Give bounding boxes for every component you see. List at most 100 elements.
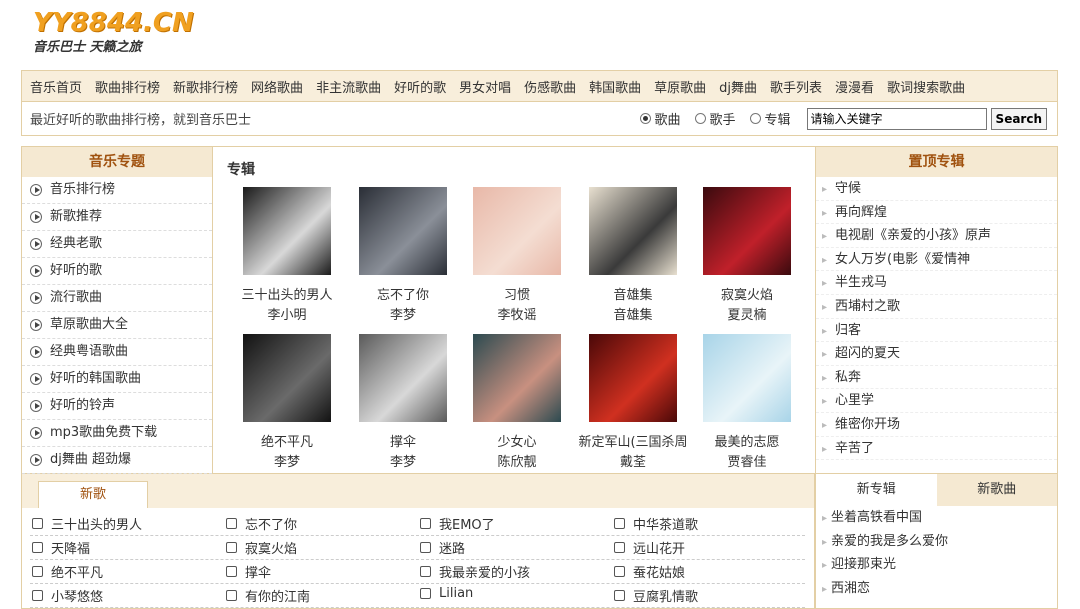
topic-link[interactable]: 草原歌曲大全 bbox=[22, 312, 212, 339]
topic-link[interactable]: dj舞曲 超劲爆 bbox=[22, 447, 212, 474]
site-logo[interactable]: YY8844.CN 音乐巴士 天籁之旅 bbox=[33, 8, 194, 56]
new-album-link[interactable]: ▸ 亲爱的我是多么爱你 bbox=[816, 530, 1057, 554]
checkbox[interactable] bbox=[32, 542, 43, 553]
album-cover[interactable] bbox=[589, 334, 677, 422]
album-name[interactable]: 绝不平凡 bbox=[227, 433, 347, 453]
song-title[interactable]: 迷路 bbox=[439, 538, 465, 557]
pinned-album-link[interactable]: ▸ 女人万岁(电影《爱情神 bbox=[816, 248, 1057, 272]
pinned-album-link[interactable]: ▸ 再向辉煌 bbox=[816, 201, 1057, 225]
nav-link[interactable]: 音乐首页 bbox=[30, 77, 82, 96]
checkbox[interactable] bbox=[32, 518, 43, 529]
album-artist[interactable]: 李梦 bbox=[343, 453, 463, 473]
checkbox[interactable] bbox=[420, 518, 431, 529]
nav-link[interactable]: 好听的歌 bbox=[394, 77, 446, 96]
search-button[interactable]: Search bbox=[990, 107, 1047, 130]
checkbox[interactable] bbox=[614, 518, 625, 529]
radio-button[interactable] bbox=[694, 113, 706, 124]
checkbox[interactable] bbox=[420, 588, 431, 599]
album-artist[interactable]: 李梦 bbox=[343, 306, 463, 326]
album-cover[interactable] bbox=[473, 187, 561, 275]
album-artist[interactable]: 音雄集 bbox=[573, 306, 693, 326]
nav-link[interactable]: 韩国歌曲 bbox=[589, 77, 641, 96]
album-card[interactable]: 音雄集 音雄集 bbox=[573, 187, 693, 326]
nav-link[interactable]: 歌手列表 bbox=[770, 77, 822, 96]
topic-link[interactable]: 经典老歌 bbox=[22, 231, 212, 258]
pinned-album-link[interactable]: ▸ 守候 bbox=[816, 177, 1057, 201]
song-title[interactable]: 绝不平凡 bbox=[51, 562, 103, 581]
search-type-option[interactable]: 专辑 bbox=[749, 109, 791, 128]
topic-link[interactable]: 好听的歌 bbox=[22, 258, 212, 285]
album-artist[interactable]: 李小明 bbox=[227, 306, 347, 326]
checkbox[interactable] bbox=[32, 566, 43, 577]
album-name[interactable]: 寂寞火焰 bbox=[687, 286, 807, 306]
song-title[interactable]: 中华茶道歌 bbox=[633, 514, 698, 533]
album-card[interactable]: 三十出头的男人 李小明 bbox=[227, 187, 347, 326]
pinned-album-link[interactable]: ▸ 半生戎马 bbox=[816, 271, 1057, 295]
nav-link[interactable]: dj舞曲 bbox=[719, 77, 757, 96]
album-cover[interactable] bbox=[589, 187, 677, 275]
checkbox[interactable] bbox=[226, 566, 237, 577]
nav-link[interactable]: 歌曲排行榜 bbox=[95, 77, 160, 96]
album-name[interactable]: 少女心 bbox=[457, 433, 577, 453]
new-album-link[interactable]: ▸ 坐着高铁看中国 bbox=[816, 506, 1057, 530]
pinned-album-link[interactable]: ▸ 辛苦了 bbox=[816, 437, 1057, 461]
album-artist[interactable]: 李梦 bbox=[227, 453, 347, 473]
album-artist[interactable]: 李牧谣 bbox=[457, 306, 577, 326]
song-item[interactable]: 忘不了你 bbox=[226, 514, 297, 533]
album-name[interactable]: 新定军山(三国杀周 bbox=[573, 433, 693, 453]
song-title[interactable]: 我最亲爱的小孩 bbox=[439, 562, 530, 581]
tab-new-songs[interactable]: 新歌 bbox=[38, 481, 148, 508]
checkbox[interactable] bbox=[614, 590, 625, 601]
song-title[interactable]: 有你的江南 bbox=[245, 586, 310, 605]
song-title[interactable]: Lilian bbox=[439, 586, 473, 601]
search-input[interactable] bbox=[806, 107, 987, 130]
tab-new-albums[interactable]: 新专辑 bbox=[816, 474, 937, 506]
song-title[interactable]: 寂寞火焰 bbox=[245, 538, 297, 557]
album-card[interactable]: 撑伞 李梦 bbox=[343, 334, 463, 473]
album-name[interactable]: 最美的志愿 bbox=[687, 433, 807, 453]
checkbox[interactable] bbox=[226, 542, 237, 553]
pinned-album-link[interactable]: ▸ 超闪的夏天 bbox=[816, 342, 1057, 366]
search-type-option[interactable]: 歌曲 bbox=[639, 109, 681, 128]
album-name[interactable]: 音雄集 bbox=[573, 286, 693, 306]
album-card[interactable]: 新定军山(三国杀周 戴荃 bbox=[573, 334, 693, 473]
song-item[interactable]: 远山花开 bbox=[614, 538, 685, 557]
song-item[interactable]: 天降福 bbox=[32, 538, 90, 557]
album-cover[interactable] bbox=[359, 187, 447, 275]
album-artist[interactable]: 陈欣靓 bbox=[457, 453, 577, 473]
song-item[interactable]: 中华茶道歌 bbox=[614, 514, 698, 533]
nav-link[interactable]: 新歌排行榜 bbox=[173, 77, 238, 96]
checkbox[interactable] bbox=[614, 542, 625, 553]
checkbox[interactable] bbox=[226, 518, 237, 529]
nav-link[interactable]: 草原歌曲 bbox=[654, 77, 706, 96]
song-title[interactable]: 三十出头的男人 bbox=[51, 514, 142, 533]
topic-link[interactable]: 新歌推荐 bbox=[22, 204, 212, 231]
song-item[interactable]: 寂寞火焰 bbox=[226, 538, 297, 557]
song-item[interactable]: 小琴悠悠 bbox=[32, 586, 103, 605]
pinned-album-link[interactable]: ▸ 私奔 bbox=[816, 366, 1057, 390]
album-card[interactable]: 最美的志愿 贾睿佳 bbox=[687, 334, 807, 473]
search-type-option[interactable]: 歌手 bbox=[694, 109, 736, 128]
checkbox[interactable] bbox=[32, 590, 43, 601]
album-cover[interactable] bbox=[703, 187, 791, 275]
song-item[interactable]: 三十出头的男人 bbox=[32, 514, 142, 533]
album-card[interactable]: 寂寞火焰 夏灵楠 bbox=[687, 187, 807, 326]
song-title[interactable]: 远山花开 bbox=[633, 538, 685, 557]
song-item[interactable]: 撑伞 bbox=[226, 562, 271, 581]
pinned-album-link[interactable]: ▸ 西埔村之歌 bbox=[816, 295, 1057, 319]
pinned-album-link[interactable]: ▸ 电视剧《亲爱的小孩》原声 bbox=[816, 224, 1057, 248]
topic-link[interactable]: 经典粤语歌曲 bbox=[22, 339, 212, 366]
pinned-album-link[interactable]: ▸ 维密你开场 bbox=[816, 413, 1057, 437]
nav-link[interactable]: 非主流歌曲 bbox=[316, 77, 381, 96]
topic-link[interactable]: 好听的铃声 bbox=[22, 393, 212, 420]
nav-link[interactable]: 伤感歌曲 bbox=[524, 77, 576, 96]
song-title[interactable]: 撑伞 bbox=[245, 562, 271, 581]
topic-link[interactable]: 流行歌曲 bbox=[22, 285, 212, 312]
album-cover[interactable] bbox=[473, 334, 561, 422]
checkbox[interactable] bbox=[226, 590, 237, 601]
album-artist[interactable]: 夏灵楠 bbox=[687, 306, 807, 326]
new-album-link[interactable]: ▸ 迎接那束光 bbox=[816, 553, 1057, 577]
song-title[interactable]: 天降福 bbox=[51, 538, 90, 557]
song-item[interactable]: 蚕花姑娘 bbox=[614, 562, 685, 581]
topic-link[interactable]: 好听的韩国歌曲 bbox=[22, 366, 212, 393]
